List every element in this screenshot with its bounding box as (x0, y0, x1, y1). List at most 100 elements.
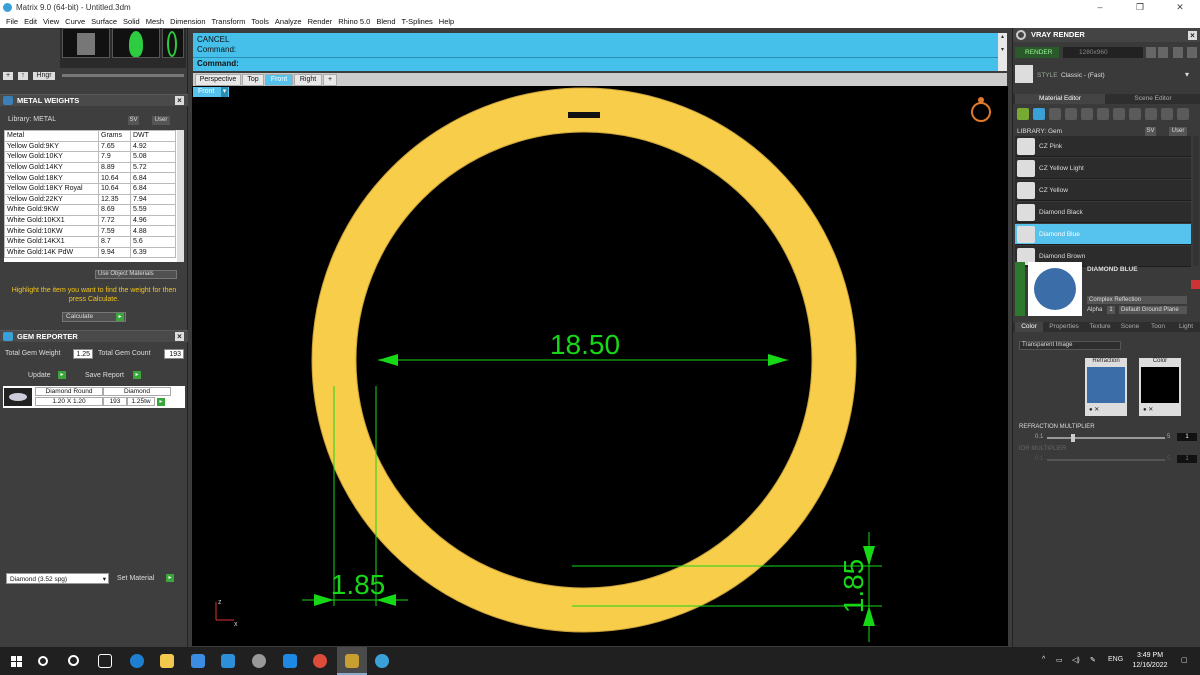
bulb-icon[interactable] (1177, 108, 1189, 120)
tab-front[interactable]: Front (265, 74, 293, 86)
material-item[interactable]: Diamond Black (1015, 202, 1191, 223)
menu-tsplines[interactable]: T-Splines (399, 17, 436, 26)
slider-handle[interactable] (1071, 434, 1075, 442)
transparent-image-select[interactable]: Transparent Image (1019, 341, 1121, 350)
tab-right[interactable]: Right (294, 74, 322, 86)
chrome-icon[interactable] (313, 654, 327, 668)
alpha-value[interactable]: 1 (1107, 306, 1115, 314)
viewport-name-label[interactable]: Front ▾ (193, 87, 229, 97)
menu-transform[interactable]: Transform (209, 17, 249, 26)
ring-gizmo-icon[interactable] (971, 97, 991, 122)
menu-analyze[interactable]: Analyze (272, 17, 305, 26)
set-material-button[interactable]: ▸ (166, 574, 174, 582)
material-icon[interactable] (1065, 108, 1077, 120)
use-object-materials-button[interactable]: Use Object Materials (95, 270, 177, 279)
table-row[interactable]: Yellow Gold:18KY Royal 10.64 6.84 (4, 182, 176, 195)
vray-icon[interactable] (375, 654, 389, 668)
tab-perspective[interactable]: Perspective (195, 74, 241, 86)
drop-icon[interactable] (1017, 108, 1029, 120)
reset-icon[interactable] (1191, 280, 1200, 289)
add-button[interactable]: + (3, 72, 13, 80)
close-icon[interactable]: × (1188, 31, 1197, 40)
collapse-tab[interactable] (1015, 262, 1025, 316)
front-viewport[interactable]: 18.50 1.85 1.85 z x (192, 86, 1008, 646)
user-button[interactable]: User (1169, 127, 1187, 136)
menu-surface[interactable]: Surface (88, 17, 120, 26)
refraction-multiplier-slider[interactable] (1047, 434, 1165, 442)
gem-report-row[interactable]: Diamond Round Diamond 1.20 X 1.20 193 1.… (3, 386, 185, 408)
close-icon[interactable]: × (175, 332, 184, 341)
close-window-button[interactable]: ✕ (1160, 0, 1200, 14)
tab-color[interactable]: Color (1015, 322, 1043, 332)
close-icon[interactable] (1187, 47, 1197, 58)
gem-go-button[interactable]: ▸ (157, 398, 165, 406)
texture-icon[interactable] (1081, 108, 1093, 120)
table-scrollbar[interactable] (177, 130, 184, 262)
hinge-button[interactable]: Hngr (33, 72, 55, 80)
column-header-grams[interactable]: Grams (98, 130, 131, 142)
builder-thumb-3[interactable] (162, 28, 184, 58)
tab-light[interactable]: Light (1173, 322, 1199, 332)
table-row[interactable]: White Gold:10KX1 7.72 4.96 (4, 214, 176, 227)
stripe-icon[interactable] (1113, 108, 1125, 120)
table-row[interactable]: White Gold:14K PdW 9.94 6.39 (4, 246, 176, 259)
play-icon[interactable] (1158, 47, 1168, 58)
edge-icon[interactable] (130, 654, 144, 668)
sv-button[interactable]: SV (128, 116, 139, 125)
material-select[interactable]: Diamond (3.52 spg) ▾ (6, 573, 109, 584)
cancel-option[interactable]: CANCEL (197, 35, 229, 44)
gem-icon[interactable] (1033, 108, 1045, 120)
material-item[interactable]: Diamond Blue (1015, 224, 1191, 245)
menu-help[interactable]: Help (436, 17, 457, 26)
menu-tools[interactable]: Tools (248, 17, 272, 26)
refraction-swatch[interactable]: Refraction ● ✕ (1085, 358, 1127, 416)
menu-view[interactable]: View (40, 17, 62, 26)
tab-material-editor[interactable]: Material Editor (1015, 94, 1105, 104)
pattern-icon[interactable] (1145, 108, 1157, 120)
material-item[interactable]: CZ Pink (1015, 136, 1191, 157)
table-row[interactable]: Yellow Gold:10KY 7.9 5.08 (4, 151, 176, 163)
menu-blend[interactable]: Blend (373, 17, 398, 26)
save-report-button[interactable]: ▸ (133, 371, 141, 379)
file-explorer-icon[interactable] (160, 654, 174, 668)
rm-value[interactable]: 1 (1177, 433, 1197, 441)
add-viewport-tab[interactable]: + (323, 74, 337, 86)
ir-value[interactable]: 1 (1177, 455, 1197, 463)
menu-dimension[interactable]: Dimension (167, 17, 208, 26)
menu-curve[interactable]: Curve (62, 17, 88, 26)
prev-icon[interactable] (1146, 47, 1156, 58)
render-button[interactable]: RENDER (1015, 47, 1059, 58)
volume-icon[interactable]: ◁) (1072, 656, 1080, 664)
resolution-field[interactable]: 1280x960 (1063, 47, 1143, 58)
tab-scene[interactable]: Scene (1117, 322, 1143, 332)
material-item[interactable]: CZ Yellow (1015, 180, 1191, 201)
search-icon[interactable] (38, 656, 48, 666)
mail-icon[interactable] (221, 654, 235, 668)
table-row[interactable]: Yellow Gold:22KY 12.35 7.94 (4, 193, 176, 206)
tab-toon[interactable]: Toon (1145, 322, 1171, 332)
task-view-icon[interactable] (98, 654, 112, 668)
menu-rhino[interactable]: Rhino 5.0 (335, 17, 373, 26)
menu-file[interactable]: File (3, 17, 21, 26)
table-row[interactable]: Yellow Gold:18KY 10.64 6.84 (4, 172, 176, 184)
settings-icon[interactable] (1173, 47, 1183, 58)
material-item[interactable]: CZ Yellow Light (1015, 158, 1191, 179)
table-row[interactable]: Yellow Gold:9KY 7.65 4.92 (4, 140, 176, 153)
user-button[interactable]: User (152, 116, 170, 125)
menu-mesh[interactable]: Mesh (143, 17, 167, 26)
up-button[interactable]: ↑ (18, 72, 28, 80)
close-icon[interactable]: × (175, 96, 184, 105)
tab-scene-editor[interactable]: Scene Editor (1107, 94, 1199, 104)
color-swatch[interactable]: Color ● ✕ (1139, 358, 1181, 416)
network-icon[interactable]: ▭ (1056, 656, 1063, 664)
rhino-icon[interactable] (252, 654, 266, 668)
sphere-icon[interactable] (1049, 108, 1061, 120)
matrix-taskbar-item[interactable] (337, 647, 367, 675)
builder-thumb-2[interactable] (112, 28, 160, 58)
builder-thumb-1[interactable] (62, 28, 110, 58)
grid-icon[interactable] (1097, 108, 1109, 120)
ior-multiplier-slider[interactable] (1047, 459, 1165, 461)
photos-icon[interactable] (283, 654, 297, 668)
menu-edit[interactable]: Edit (21, 17, 40, 26)
light-icon[interactable] (1161, 108, 1173, 120)
